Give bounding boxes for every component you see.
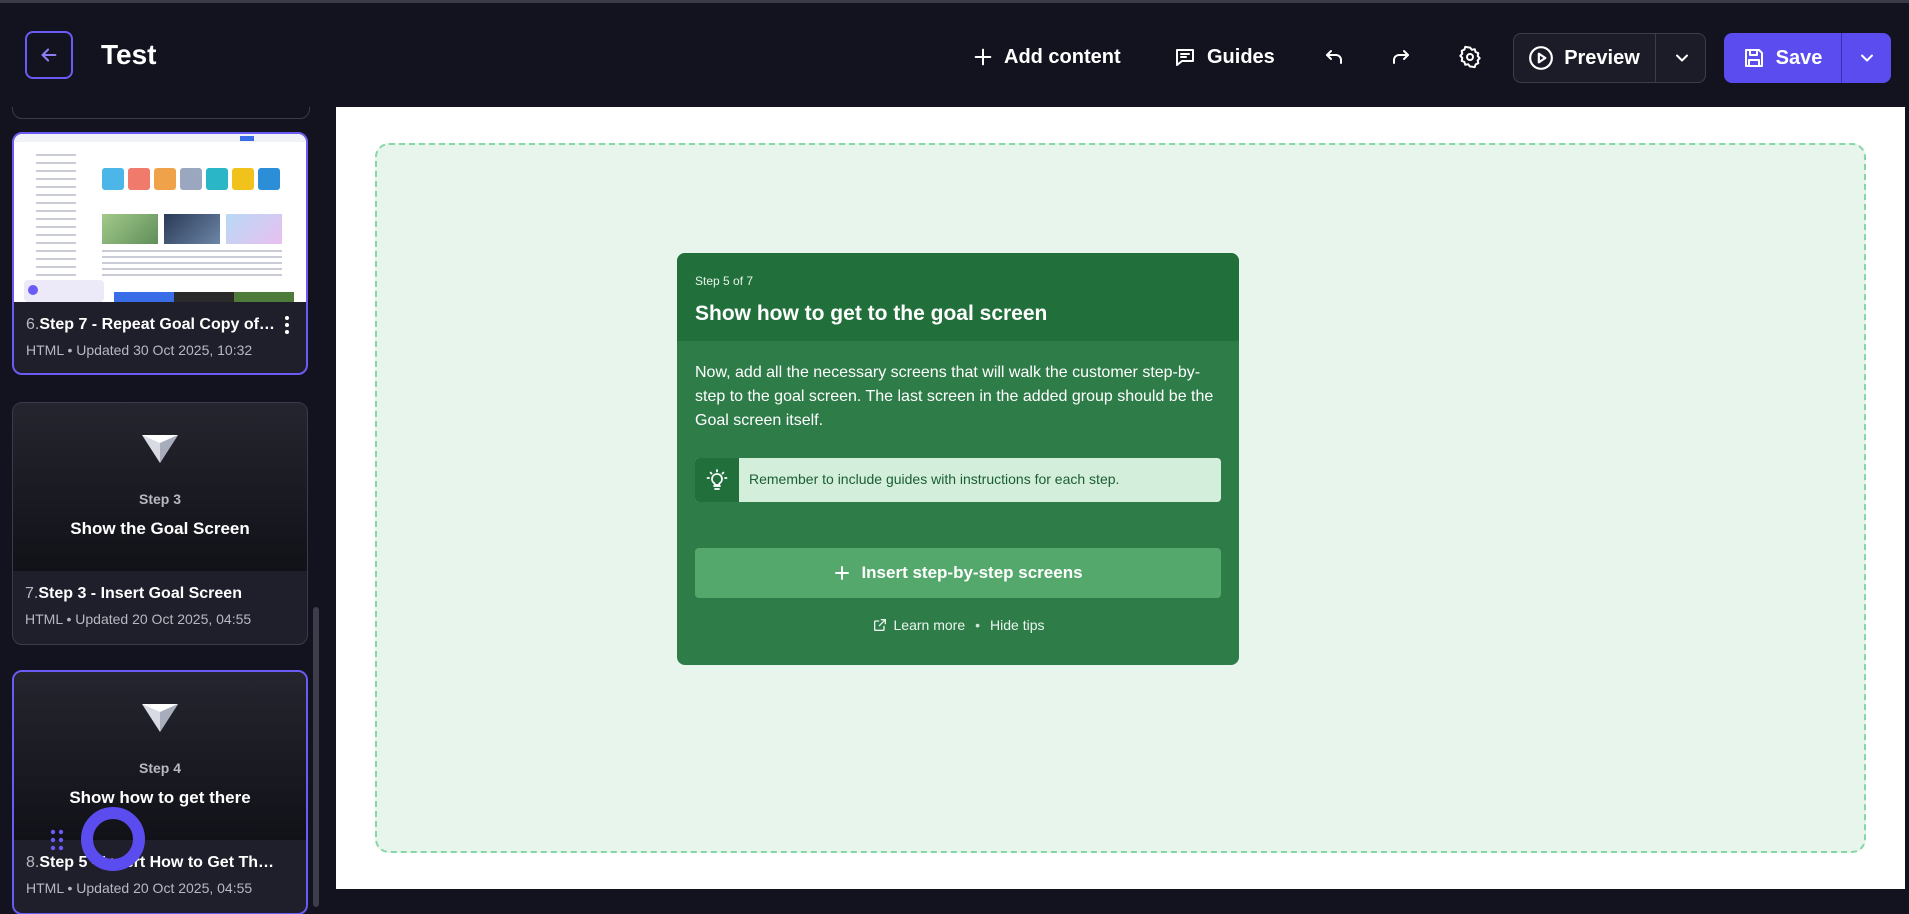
thumb-text-lines bbox=[102, 250, 282, 280]
thumb-tile bbox=[102, 168, 124, 190]
chat-bubble-icon bbox=[1176, 49, 1194, 66]
thumb-image bbox=[226, 214, 282, 244]
thumb-title: Show the Goal Screen bbox=[70, 519, 250, 538]
floppy-disk-icon bbox=[1744, 49, 1763, 67]
thumb-step-label: Step 3 bbox=[138, 491, 181, 507]
plus-icon bbox=[974, 48, 992, 66]
settings-button[interactable] bbox=[1450, 37, 1490, 77]
link-separator: • bbox=[975, 617, 981, 633]
thumb-title: Show how to get there bbox=[69, 788, 251, 807]
play-circle-icon bbox=[1529, 46, 1554, 70]
undo-icon bbox=[1326, 50, 1342, 64]
screen-card-title: Step 7 - Repeat Goal Copy of… bbox=[39, 316, 275, 333]
tip-note: Remember to include guides with instruct… bbox=[695, 458, 1221, 502]
screen-card-name: 7.Step 3 - Insert Goal Screen bbox=[25, 585, 242, 603]
thumb-image bbox=[102, 214, 158, 244]
thumb-topbar bbox=[14, 134, 306, 142]
redo-button[interactable] bbox=[1381, 37, 1421, 77]
tip-body: Now, add all the necessary screens that … bbox=[695, 364, 1214, 429]
learn-more-label: Learn more bbox=[893, 617, 966, 633]
screen-thumbnail bbox=[14, 134, 306, 302]
kebab-menu-icon bbox=[285, 316, 289, 334]
lightbulb-icon bbox=[695, 458, 739, 502]
thumb-tile bbox=[154, 168, 176, 190]
sidebar-scrollbar[interactable] bbox=[313, 607, 319, 907]
save-label: Save bbox=[1775, 46, 1823, 69]
screen-card-title: Step 5 - Insert How to Get There bbox=[39, 854, 276, 871]
screen-card[interactable]: Step 3 Show the Goal Screen 7.Step 3 - I… bbox=[12, 402, 308, 645]
thumb-tile bbox=[128, 168, 150, 190]
save-button[interactable]: Save bbox=[1724, 33, 1840, 83]
screen-card-number: 8. bbox=[26, 854, 40, 871]
screen-card-meta: HTML • Updated 20 Oct 2025, 04:55 bbox=[25, 611, 252, 627]
back-button[interactable] bbox=[25, 31, 73, 79]
gear-icon bbox=[1459, 45, 1481, 69]
screens-sidebar: 6.Step 7 - Repeat Goal Copy of… HTML • U… bbox=[0, 107, 322, 914]
preview-dropdown-button[interactable] bbox=[1655, 34, 1707, 82]
tip-note-text: Remember to include guides with instruct… bbox=[749, 471, 1120, 487]
screen-card-number: 7. bbox=[25, 585, 39, 602]
thumb-step-label: Step 4 bbox=[138, 760, 181, 776]
page-title: Test bbox=[101, 39, 157, 70]
chevron-down-icon bbox=[1675, 54, 1688, 62]
screen-card[interactable]: Step 4 Show how to get there 8.Step 5 - … bbox=[12, 670, 308, 914]
add-content-button[interactable]: Add content bbox=[972, 33, 1121, 81]
external-link-icon bbox=[873, 619, 886, 631]
drag-handle-icon[interactable] bbox=[50, 829, 64, 851]
more-options-button[interactable] bbox=[282, 314, 292, 336]
thumb-tile bbox=[232, 168, 254, 190]
guides-label: Guides bbox=[1207, 45, 1275, 68]
thumb-toolbar-dot bbox=[28, 285, 38, 295]
thumb-tile bbox=[180, 168, 202, 190]
thumb-button bbox=[240, 136, 254, 141]
preview-button[interactable]: Preview bbox=[1514, 34, 1654, 82]
tip-step-label: Step 5 of 7 bbox=[695, 274, 754, 288]
diamond-logo-icon bbox=[142, 435, 178, 463]
cursor-indicator bbox=[81, 807, 145, 871]
editor-header: Test Add content Guides Preview Save bbox=[0, 3, 1909, 107]
tip-card: Step 5 of 7 Show how to get to the goal … bbox=[677, 253, 1239, 665]
tip-header: Step 5 of 7 Show how to get to the goal … bbox=[677, 253, 1239, 341]
preview-label: Preview bbox=[1564, 46, 1640, 69]
screen-thumbnail: Step 3 Show the Goal Screen bbox=[13, 403, 307, 571]
preview-button-group: Preview bbox=[1513, 33, 1706, 83]
redo-icon bbox=[1393, 50, 1409, 64]
thumb-image bbox=[164, 214, 220, 244]
insert-step-by-step-button[interactable]: Insert step-by-step screens bbox=[695, 548, 1221, 598]
thumb-tile bbox=[206, 168, 228, 190]
screen-card-number: 6. bbox=[26, 316, 40, 333]
screen-card-partial[interactable] bbox=[12, 107, 310, 119]
plus-icon bbox=[835, 566, 850, 580]
guides-button[interactable]: Guides bbox=[1173, 33, 1275, 81]
tip-title: Show how to get to the goal screen bbox=[695, 302, 1048, 325]
add-content-label: Add content bbox=[1004, 45, 1121, 68]
screen-card-title: Step 3 - Insert Goal Screen bbox=[38, 585, 242, 602]
tip-links: Learn more • Hide tips bbox=[677, 617, 1239, 633]
screen-card-meta: HTML • Updated 30 Oct 2025, 10:32 bbox=[26, 342, 253, 358]
screen-card-name: 8.Step 5 - Insert How to Get There bbox=[26, 854, 276, 872]
thumb-tile bbox=[258, 168, 280, 190]
screen-card[interactable]: 6.Step 7 - Repeat Goal Copy of… HTML • U… bbox=[12, 132, 308, 375]
thumb-sidebar-list bbox=[36, 154, 76, 284]
screen-card-name: 6.Step 7 - Repeat Goal Copy of… bbox=[26, 316, 275, 334]
undo-button[interactable] bbox=[1314, 37, 1354, 77]
learn-more-link[interactable]: Learn more bbox=[872, 617, 966, 633]
diamond-logo-icon bbox=[142, 704, 178, 732]
insert-label: Insert step-by-step screens bbox=[861, 563, 1083, 582]
screen-thumbnail: Step 4 Show how to get there bbox=[14, 672, 306, 840]
thumb-image-strip bbox=[114, 292, 294, 302]
save-dropdown-button[interactable] bbox=[1841, 33, 1892, 83]
hide-tips-link[interactable]: Hide tips bbox=[990, 617, 1044, 633]
screen-card-meta: HTML • Updated 20 Oct 2025, 04:55 bbox=[26, 880, 253, 896]
chevron-down-icon bbox=[1861, 54, 1873, 62]
save-button-group: Save bbox=[1724, 33, 1891, 83]
arrow-left-icon bbox=[41, 48, 57, 62]
